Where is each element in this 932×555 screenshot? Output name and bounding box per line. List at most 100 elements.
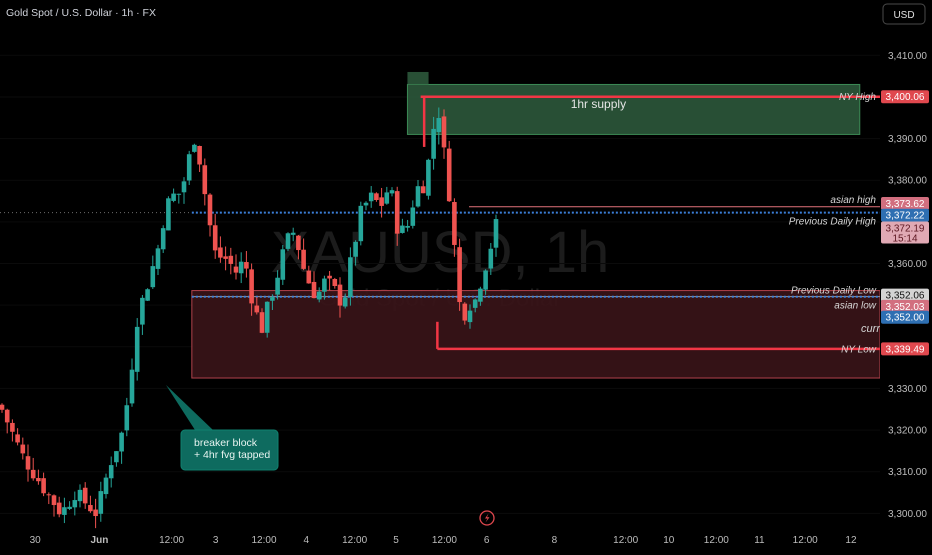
candle-body (478, 288, 483, 302)
candle-body (223, 256, 228, 259)
x-tick-label: 5 (393, 535, 399, 546)
candle-body (420, 186, 426, 194)
supply-zone-top-extension (407, 71, 429, 85)
candle-body (348, 257, 353, 297)
candle-body (342, 297, 348, 307)
candle-body (316, 291, 322, 300)
x-tick-label: 6 (484, 535, 490, 546)
candle-body (374, 193, 379, 201)
candle-body (394, 191, 400, 234)
candle-body (202, 165, 208, 195)
x-tick-label: 30 (30, 535, 42, 546)
candle-body (410, 207, 416, 226)
candle-body (192, 144, 197, 152)
candle-body (426, 159, 431, 196)
candle-body (129, 369, 135, 404)
candle-body (160, 228, 166, 250)
x-tick-label: Jun (91, 535, 109, 546)
y-tick-label: 3,390.00 (888, 134, 927, 145)
candle-body (98, 491, 104, 514)
candle-body (311, 281, 317, 299)
candle-body (270, 297, 275, 301)
candle-body (259, 312, 265, 333)
price-tag-text: 3,372.22 (886, 211, 925, 222)
candle-body (457, 247, 462, 303)
candle-body (124, 405, 130, 431)
candle-body (51, 495, 57, 506)
callout-pointer (166, 385, 213, 430)
candle-body (36, 478, 41, 482)
candle-body (176, 193, 182, 195)
candle-body (441, 116, 447, 148)
watermark-symbol: XAUUSD, 1h (271, 220, 609, 285)
candle-body (218, 247, 223, 258)
candle-body (114, 451, 119, 463)
candle-body (389, 190, 395, 194)
callout-text: breaker block (194, 437, 258, 449)
candle-body (186, 154, 192, 181)
ny-low-label: NY Low (841, 344, 877, 355)
candle-body (275, 277, 280, 295)
x-tick-label: 12:00 (251, 535, 276, 546)
price-tag-text: 3,339.49 (886, 344, 925, 355)
candle-body (25, 456, 31, 470)
candle-body (472, 299, 478, 308)
y-tick-label: 3,330.00 (888, 384, 927, 395)
candle-body (10, 422, 15, 432)
candle-body (82, 487, 88, 504)
price-chart[interactable]: XAUUSD, 1hGold Spot / U.S. Dollar NY Hig… (0, 0, 932, 550)
candle-body (384, 192, 390, 204)
candle-body (332, 279, 338, 287)
breaker-block-zone[interactable] (191, 290, 881, 379)
x-tick-label: 10 (663, 535, 675, 546)
candle-body (488, 248, 494, 269)
candle-body (244, 262, 249, 269)
candle-body (155, 248, 161, 269)
curr-label: curr (861, 323, 881, 335)
candle-body (77, 489, 83, 502)
candle-body (264, 301, 270, 333)
candle-body (145, 289, 150, 301)
candle-body (405, 225, 410, 228)
candle-body (103, 477, 109, 495)
candle-body (93, 509, 98, 517)
candle-body (56, 502, 62, 515)
candle-body (296, 235, 301, 251)
asian-low-label: asian low (834, 301, 876, 312)
x-tick-label: 12:00 (613, 535, 638, 546)
previous-daily-low-label: Previous Daily Low (791, 286, 877, 297)
candle-body (140, 297, 145, 325)
chart-title: Gold Spot / U.S. Dollar · 1h · FX (6, 7, 156, 19)
candle-body (446, 148, 452, 202)
y-tick-label: 3,310.00 (888, 467, 927, 478)
candle-body (306, 270, 312, 284)
candle-body (301, 249, 306, 269)
y-tick-label: 3,410.00 (888, 51, 927, 62)
supply-zone-label: 1hr supply (571, 97, 626, 111)
candle-body (67, 506, 72, 509)
chart-stage[interactable]: XAUUSD, 1hGold Spot / U.S. Dollar NY Hig… (0, 0, 932, 550)
candle-body (150, 266, 156, 288)
candle-body (134, 326, 140, 372)
lightning-bolt-glyph (485, 513, 490, 523)
candle-body (337, 284, 343, 306)
supply-zone[interactable] (406, 83, 861, 135)
candle-body (207, 194, 213, 226)
candle-body (88, 505, 93, 512)
candle-body (4, 409, 10, 423)
price-tag-text: 3,352.00 (886, 313, 925, 324)
y-tick-label: 3,380.00 (888, 176, 927, 187)
x-tick-label: 4 (303, 535, 309, 546)
candle-body (30, 469, 36, 479)
candle-body (368, 192, 374, 202)
candle-body (228, 255, 234, 264)
x-tick-label: 11 (754, 535, 765, 546)
candle-body (353, 241, 358, 257)
candle-body (62, 507, 67, 515)
candle-body (254, 305, 260, 313)
asian-high-label: asian high (830, 195, 876, 206)
candle-body (20, 444, 26, 454)
x-tick-label: 12 (845, 535, 857, 546)
candle-body (171, 193, 176, 201)
price-tag-countdown: 15:14 (892, 234, 917, 245)
